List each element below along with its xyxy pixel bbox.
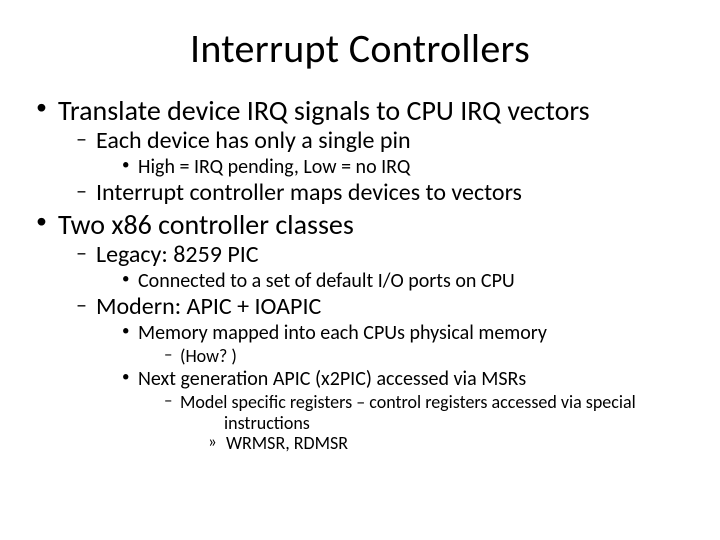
bullet-l2: Modern: APIC + IOAPIC Memory mapped into… (72, 294, 696, 454)
bullet-list: Translate device IRQ signals to CPU IRQ … (30, 95, 696, 454)
bullet-l3: Next generation APIC (x2PIC) accessed vi… (118, 368, 696, 454)
bullet-l2: Legacy: 8259 PIC Connected to a set of d… (72, 242, 696, 293)
bullet-text: Translate device IRQ signals to CPU IRQ … (58, 93, 590, 128)
bullet-text: Each device has only a single pin (96, 126, 411, 155)
bullet-l1: Two x86 controller classes Legacy: 8259 … (30, 209, 696, 454)
bullet-text: Modern: APIC + IOAPIC (96, 292, 321, 321)
bullet-text: Next generation APIC (x2PIC) accessed vi… (138, 367, 526, 391)
bullet-l1: Translate device IRQ signals to CPU IRQ … (30, 95, 696, 207)
bullet-text: Connected to a set of default I/O ports … (138, 269, 515, 293)
slide: Interrupt Controllers Translate device I… (0, 0, 720, 540)
bullet-l3: Connected to a set of default I/O ports … (118, 270, 696, 293)
bullet-text: Memory mapped into each CPUs physical me… (138, 321, 547, 345)
slide-title: Interrupt Controllers (24, 24, 696, 73)
bullet-text: (How? ) (180, 345, 237, 367)
bullet-l2: Interrupt controller maps devices to vec… (72, 180, 696, 207)
bullet-text: Legacy: 8259 PIC (96, 240, 259, 269)
bullet-l2: Each device has only a single pin High =… (72, 128, 696, 179)
bullet-text: Model specific registers – control regis… (180, 391, 636, 413)
bullet-text: High = IRQ pending, Low = no IRQ (138, 155, 410, 179)
bullet-l3: Memory mapped into each CPUs physical me… (118, 322, 696, 367)
bullet-l4: (How? ) (160, 346, 696, 367)
bullet-l4: Model specific registers – control regis… (160, 392, 696, 454)
bullet-text-cont: instructions (180, 413, 696, 434)
bullet-text: WRMSR, RDMSR (226, 432, 348, 454)
bullet-text: Two x86 controller classes (58, 207, 354, 242)
bullet-l3: High = IRQ pending, Low = no IRQ (118, 156, 696, 179)
bullet-text: Interrupt controller maps devices to vec… (96, 178, 522, 207)
bullet-l5: WRMSR, RDMSR (206, 433, 696, 454)
